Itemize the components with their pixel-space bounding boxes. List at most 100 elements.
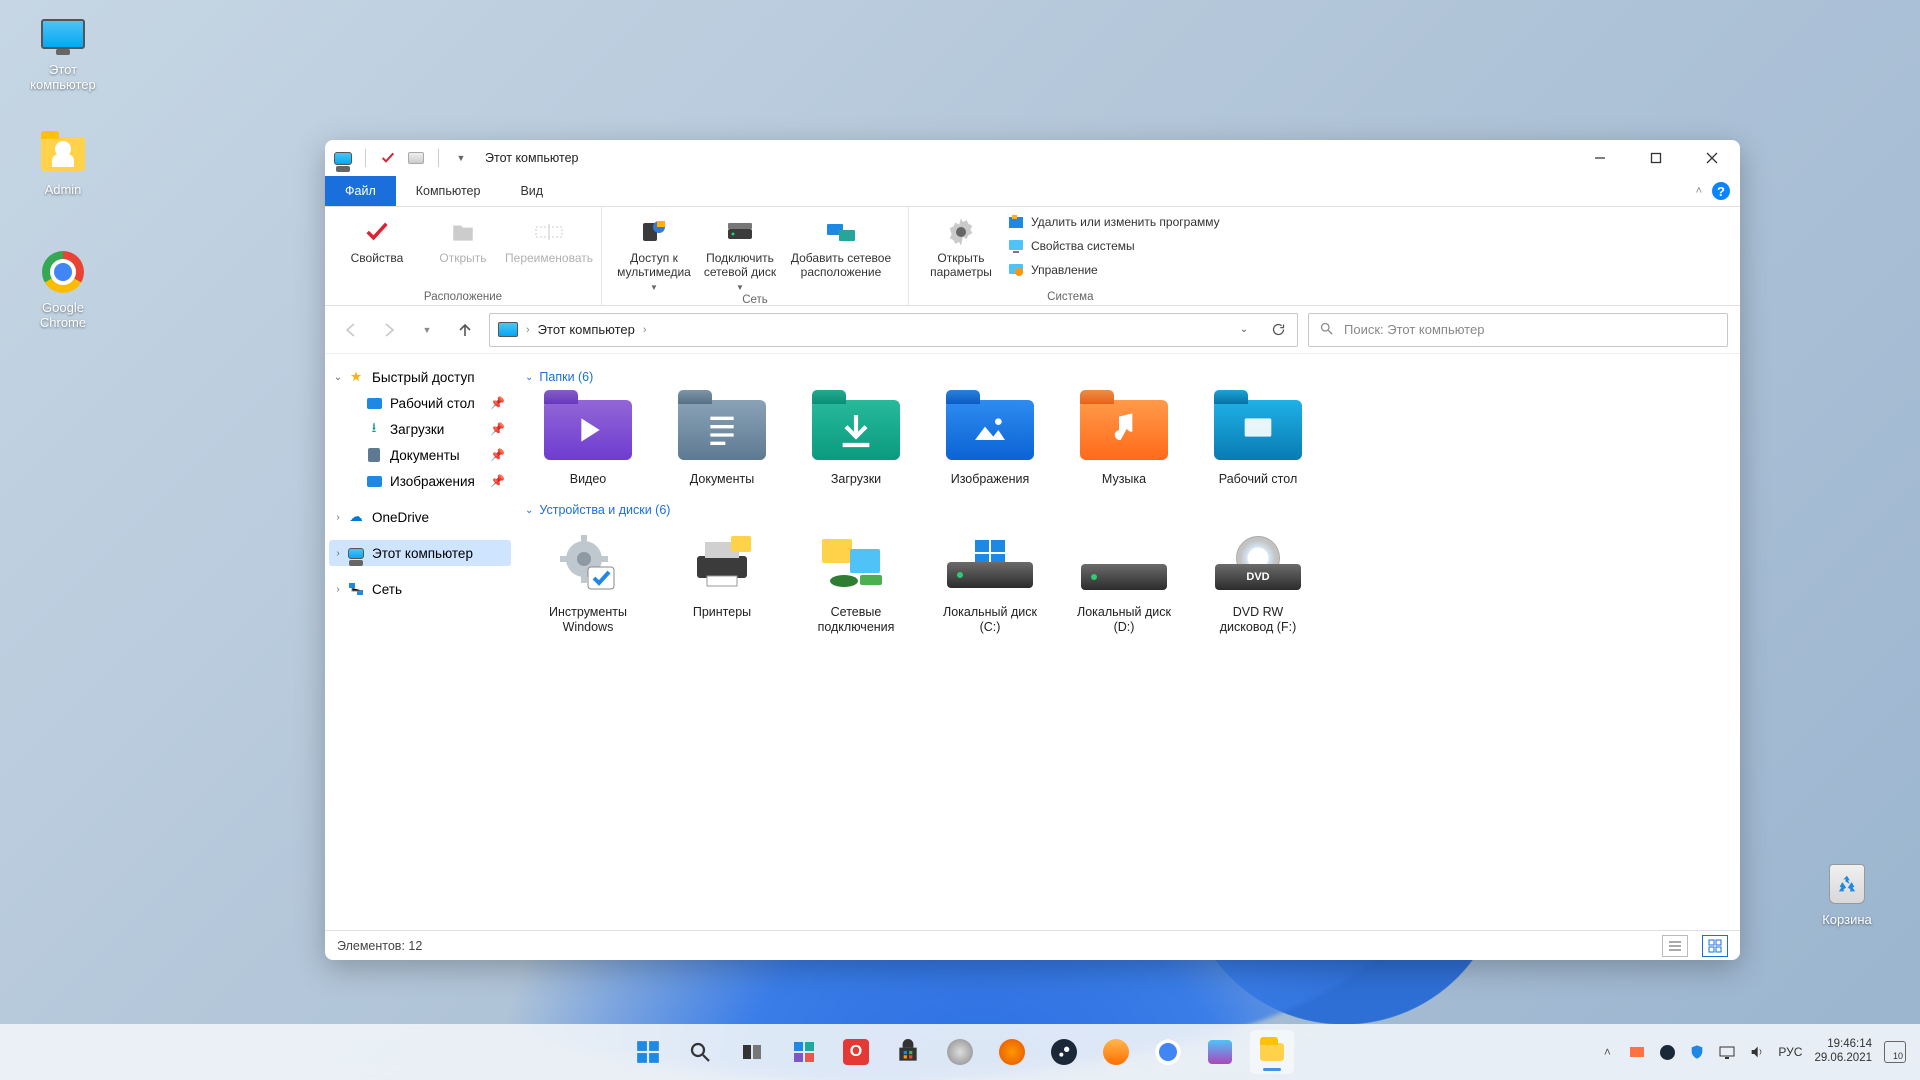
folder-pictures[interactable]: Изображения — [927, 394, 1053, 487]
documents-folder-icon — [678, 400, 766, 460]
document-icon — [365, 446, 383, 464]
nav-sidebar: ⌄★Быстрый доступ Рабочий стол📌 ⭳Загрузки… — [325, 354, 515, 930]
folder-videos[interactable]: Видео — [525, 394, 651, 487]
nav-back-button — [337, 316, 365, 344]
tab-computer[interactable]: Компьютер — [396, 176, 501, 206]
sidebar-item-pictures[interactable]: Изображения📌 — [329, 468, 511, 494]
tab-file[interactable]: Файл — [325, 176, 396, 206]
widgets-button[interactable] — [782, 1030, 826, 1074]
taskbar-steam[interactable] — [1042, 1030, 1086, 1074]
view-details-button[interactable] — [1662, 935, 1688, 957]
sidebar-network[interactable]: ›Сеть — [329, 576, 511, 602]
tray-network-icon[interactable] — [1718, 1043, 1736, 1061]
qat-properties-icon[interactable] — [378, 149, 398, 167]
qat-folder-icon[interactable] — [406, 149, 426, 167]
minimize-button[interactable] — [1572, 140, 1628, 176]
folder-documents[interactable]: Документы — [659, 394, 785, 487]
ribbon-properties-button[interactable]: Свойства — [337, 211, 417, 289]
ribbon-collapse-icon[interactable]: ˄ — [1696, 185, 1702, 197]
address-dropdown-button[interactable]: ⌄ — [1227, 314, 1261, 346]
taskbar-chrome[interactable] — [1146, 1030, 1190, 1074]
tray-app-icon[interactable] — [1628, 1043, 1646, 1061]
desktop-icon — [365, 394, 383, 412]
ribbon-uninstall-button[interactable]: Удалить или изменить программу — [1007, 213, 1220, 231]
tray-security-icon[interactable] — [1688, 1043, 1706, 1061]
sidebar-onedrive[interactable]: ›☁OneDrive — [329, 504, 511, 530]
taskbar-app-1[interactable]: O — [834, 1030, 878, 1074]
qat-dropdown-icon[interactable]: ▼ — [451, 149, 471, 167]
group-header-devices[interactable]: ⌄Устройства и диски (6) — [525, 503, 1732, 517]
tray-overflow-icon[interactable]: ˄ — [1598, 1043, 1616, 1061]
ribbon-map-drive-button[interactable]: Подключить сетевой диск ▼ — [700, 211, 780, 292]
tray-language[interactable]: РУС — [1778, 1045, 1802, 1059]
group-header-folders[interactable]: ⌄Папки (6) — [525, 370, 1732, 384]
taskbar-app-4[interactable] — [1094, 1030, 1138, 1074]
ribbon-media-access-button[interactable]: Доступ к мультимедиа ▼ — [614, 211, 694, 292]
desktop-icon-chrome[interactable]: Google Chrome — [18, 248, 108, 330]
taskbar-app-2[interactable] — [938, 1030, 982, 1074]
folder-music[interactable]: Музыка — [1061, 394, 1187, 487]
sidebar-this-pc[interactable]: ›Этот компьютер — [329, 540, 511, 566]
taskbar-app-5[interactable] — [1198, 1030, 1242, 1074]
breadcrumb[interactable]: Этот компьютер — [538, 322, 635, 337]
ribbon-group-system: Система — [921, 289, 1220, 303]
ribbon: Свойства Открыть Переименовать Расположе… — [325, 206, 1740, 306]
sidebar-item-desktop[interactable]: Рабочий стол📌 — [329, 390, 511, 416]
task-view-button[interactable] — [730, 1030, 774, 1074]
view-large-icons-button[interactable] — [1702, 935, 1728, 957]
sidebar-item-downloads[interactable]: ⭳Загрузки📌 — [329, 416, 511, 442]
desktop-icon-admin[interactable]: Admin — [18, 130, 108, 197]
address-bar[interactable]: › Этот компьютер › ⌄ — [489, 313, 1298, 347]
app-icon — [333, 149, 353, 167]
downloads-folder-icon — [812, 400, 900, 460]
titlebar[interactable]: ▼ Этот компьютер — [325, 140, 1740, 176]
refresh-button[interactable] — [1261, 314, 1295, 346]
tray-volume-icon[interactable] — [1748, 1043, 1766, 1061]
download-icon: ⭳ — [365, 420, 383, 438]
sidebar-item-documents[interactable]: Документы📌 — [329, 442, 511, 468]
desktop-icon-recycle-bin[interactable]: Корзина — [1802, 860, 1892, 927]
content-pane: ⌄Папки (6) Видео Документы Загрузки Изоб… — [515, 354, 1740, 930]
tray-steam-icon[interactable] — [1658, 1043, 1676, 1061]
window-title: Этот компьютер — [485, 151, 578, 165]
tray-clock[interactable]: 19:46:14 29.06.2021 — [1814, 1038, 1872, 1066]
desktop: Этот компьютер Admin Google Chrome Корзи… — [0, 0, 1920, 1080]
help-icon[interactable]: ? — [1712, 182, 1730, 200]
ribbon-open-button: Открыть — [423, 211, 503, 289]
device-network-connections[interactable]: Сетевые подключения — [793, 527, 919, 635]
start-button[interactable] — [626, 1030, 670, 1074]
nav-recent-button[interactable]: ▼ — [413, 316, 441, 344]
device-windows-tools[interactable]: Инструменты Windows — [525, 527, 651, 635]
folder-desktop[interactable]: Рабочий стол — [1195, 394, 1321, 487]
ribbon-manage-button[interactable]: Управление — [1007, 261, 1220, 279]
nav-forward-button — [375, 316, 403, 344]
this-pc-icon — [498, 322, 518, 337]
ribbon-open-settings-button[interactable]: Открыть параметры — [921, 211, 1001, 289]
device-local-disk-c[interactable]: Локальный диск (C:) — [927, 527, 1053, 635]
desktop-icon-this-pc[interactable]: Этот компьютер — [18, 10, 108, 92]
device-dvd-rw[interactable]: DVDDVD RW дисковод (F:) — [1195, 527, 1321, 635]
drive-icon — [947, 538, 1033, 588]
pin-icon: 📌 — [490, 474, 505, 488]
taskbar-app-3[interactable] — [990, 1030, 1034, 1074]
tray-notifications[interactable]: 10 — [1884, 1041, 1906, 1063]
tab-view[interactable]: Вид — [500, 176, 563, 206]
search-button[interactable] — [678, 1030, 722, 1074]
device-printers[interactable]: Принтеры — [659, 527, 785, 635]
sidebar-quick-access[interactable]: ⌄★Быстрый доступ — [329, 364, 511, 390]
nav-up-button[interactable] — [451, 316, 479, 344]
device-local-disk-d[interactable]: Локальный диск (D:) — [1061, 527, 1187, 635]
folder-downloads[interactable]: Загрузки — [793, 394, 919, 487]
network-icon — [820, 535, 892, 591]
taskbar-explorer[interactable] — [1250, 1030, 1294, 1074]
search-input[interactable]: Поиск: Этот компьютер — [1308, 313, 1728, 347]
ribbon-add-net-location-button[interactable]: Добавить сетевое расположение — [786, 211, 896, 292]
chevron-right-icon[interactable]: › — [526, 324, 530, 336]
pictures-folder-icon — [946, 400, 1034, 460]
close-button[interactable] — [1684, 140, 1740, 176]
maximize-button[interactable] — [1628, 140, 1684, 176]
network-icon — [347, 580, 365, 598]
chevron-right-icon[interactable]: › — [643, 324, 647, 336]
ribbon-system-props-button[interactable]: Свойства системы — [1007, 237, 1220, 255]
taskbar-store[interactable] — [886, 1030, 930, 1074]
